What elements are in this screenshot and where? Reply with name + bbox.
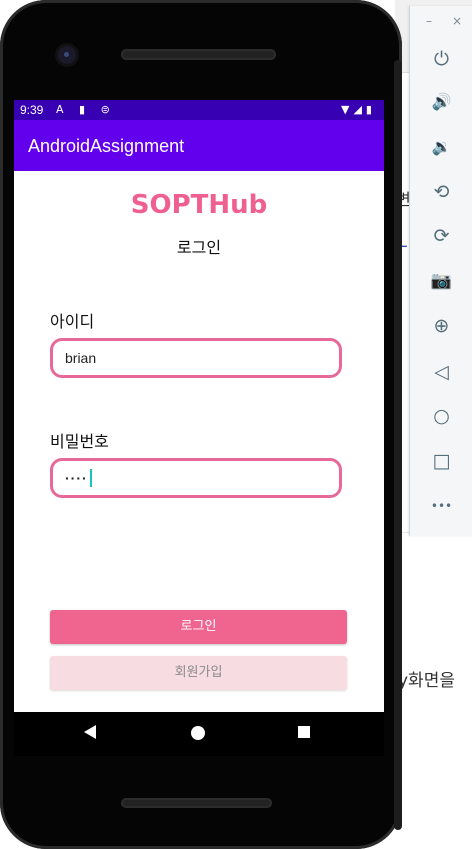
- more-icon[interactable]: •••: [410, 499, 472, 513]
- nav-back-icon[interactable]: [84, 725, 96, 739]
- id-input[interactable]: brian: [50, 338, 342, 378]
- password-label: 비밀번호: [50, 432, 109, 451]
- camera-icon[interactable]: 📷: [410, 271, 472, 291]
- close-icon[interactable]: ×: [452, 14, 462, 28]
- back-icon[interactable]: ◁: [410, 361, 472, 383]
- status-system-icons: ▼◢▮: [341, 103, 376, 116]
- app-bar: AndroidAssignment: [14, 120, 384, 171]
- nav-recents-icon[interactable]: [298, 726, 310, 738]
- id-input-value: brian: [65, 350, 97, 366]
- rotate-right-icon[interactable]: ⟳: [410, 225, 472, 247]
- status-notification-icons: A ▮ ⊜: [56, 103, 116, 116]
- password-input-value: ····: [65, 470, 88, 486]
- navigation-bar: [14, 712, 384, 756]
- id-label: 아이디: [50, 312, 95, 331]
- app-title: AndroidAssignment: [28, 136, 185, 156]
- top-speaker: [121, 49, 276, 60]
- home-icon[interactable]: ○: [410, 405, 472, 427]
- phone-frame: 9:39 A ▮ ⊜ ▼◢▮ AndroidAssignment SOPTHub…: [0, 0, 402, 849]
- signup-button[interactable]: 회원가입: [50, 656, 347, 690]
- emulator-toolbar: – × ⏻ 🔊 🔉 ⟲ ⟳ 📷 ⊕ ◁ ○ □ •••: [409, 6, 472, 536]
- status-bar: 9:39 A ▮ ⊜ ▼◢▮: [14, 100, 384, 120]
- minimize-icon[interactable]: –: [426, 14, 432, 28]
- rotate-left-icon[interactable]: ⟲: [410, 181, 472, 203]
- password-input[interactable]: ····: [50, 458, 342, 498]
- volume-down-icon[interactable]: 🔉: [410, 137, 472, 156]
- front-camera: [58, 46, 76, 64]
- phone-side-edge: [394, 60, 402, 830]
- volume-up-icon[interactable]: 🔊: [410, 92, 472, 111]
- overview-icon[interactable]: □: [410, 450, 472, 472]
- toolbar-window-controls: – ×: [410, 14, 472, 34]
- brand-logo-text: SOPTHub: [130, 190, 268, 220]
- page-title: 로그인: [176, 238, 222, 257]
- bottom-speaker: [121, 798, 272, 808]
- power-icon[interactable]: ⏻: [410, 48, 472, 70]
- login-button[interactable]: 로그인: [50, 610, 347, 644]
- zoom-icon[interactable]: ⊕: [410, 315, 472, 337]
- background-text-3: y화면을: [398, 671, 455, 691]
- text-cursor: [89, 469, 92, 487]
- device-screen: 9:39 A ▮ ⊜ ▼◢▮ AndroidAssignment SOPTHub…: [14, 100, 384, 712]
- status-time: 9:39: [20, 103, 44, 117]
- nav-home-icon[interactable]: [191, 726, 205, 740]
